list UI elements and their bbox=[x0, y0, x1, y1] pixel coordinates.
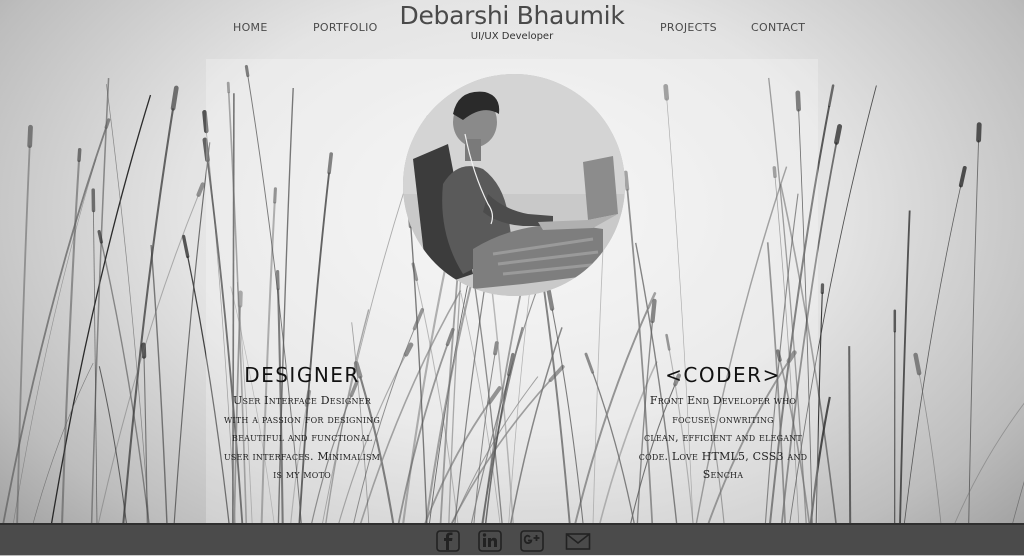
coder-line: clean, efficient and elegant bbox=[628, 429, 818, 448]
designer-line: User Interface Designer bbox=[207, 392, 397, 411]
grass-seed-head bbox=[961, 168, 965, 185]
brand-subtitle: UI/UX Developer bbox=[390, 31, 634, 42]
grass-seed-head bbox=[30, 127, 31, 145]
grass-stalk bbox=[123, 108, 173, 525]
designer-line: beautiful and functional bbox=[207, 429, 397, 448]
grass-seed-head bbox=[99, 232, 101, 242]
grass-stalk bbox=[106, 84, 149, 525]
grass-stalk bbox=[954, 394, 1024, 525]
coder-heading: <CODER> bbox=[623, 363, 823, 387]
grass-seed-head bbox=[184, 236, 188, 256]
coder-line: code. Love HTML5, CSS3 and bbox=[628, 448, 818, 467]
grass-stalk bbox=[904, 185, 961, 525]
mail-icon[interactable] bbox=[565, 530, 589, 552]
grass-stalk bbox=[174, 142, 210, 525]
grass-stalk bbox=[98, 195, 198, 525]
coder-line: focuses onwriting bbox=[628, 411, 818, 430]
designer-line: with a passion for designing bbox=[207, 411, 397, 430]
nav-contact-link[interactable]: CONTACT bbox=[751, 21, 805, 34]
facebook-icon[interactable] bbox=[436, 530, 460, 552]
nav-home-link[interactable]: HOME bbox=[233, 21, 268, 34]
profile-photo bbox=[403, 74, 625, 296]
footer-bar bbox=[0, 523, 1024, 555]
brand-name: Debarshi Bhaumik bbox=[390, 1, 634, 30]
grass-seed-head bbox=[829, 86, 833, 106]
grass-seed-head bbox=[173, 88, 176, 108]
coder-description: Front End Developer who focuses onwritin… bbox=[628, 392, 818, 485]
grass-stalk bbox=[849, 346, 850, 525]
grass-seed-head bbox=[979, 125, 980, 140]
grass-stalk bbox=[51, 95, 150, 525]
designer-description: User Interface Designer with a passion f… bbox=[207, 392, 397, 485]
linkedin-icon[interactable] bbox=[478, 530, 502, 552]
designer-line: user interfaces. Minimalism bbox=[207, 448, 397, 467]
nav-projects-link[interactable]: PROJECTS bbox=[660, 21, 717, 34]
grass-stalk bbox=[62, 160, 79, 525]
grass-seed-head bbox=[79, 150, 80, 161]
designer-line: is my moto bbox=[207, 466, 397, 485]
grass-stalk bbox=[101, 242, 149, 525]
grass-seed-head bbox=[837, 127, 840, 143]
google-plus-icon[interactable] bbox=[520, 530, 544, 552]
grass-stalk bbox=[969, 140, 979, 525]
grass-seed-head bbox=[916, 355, 920, 373]
grass-stalk bbox=[17, 146, 30, 525]
grass-stalk bbox=[900, 211, 910, 526]
grass-stalk bbox=[919, 373, 941, 525]
grass-stalk bbox=[1012, 247, 1024, 525]
grass-seed-head bbox=[199, 184, 203, 194]
coder-line: Sencha bbox=[628, 466, 818, 485]
nav-portfolio-link[interactable]: PORTFOLIO bbox=[313, 21, 378, 34]
grass-stalk bbox=[13, 159, 96, 525]
designer-heading: DESIGNER bbox=[202, 363, 402, 387]
coder-line: Front End Developer who bbox=[628, 392, 818, 411]
